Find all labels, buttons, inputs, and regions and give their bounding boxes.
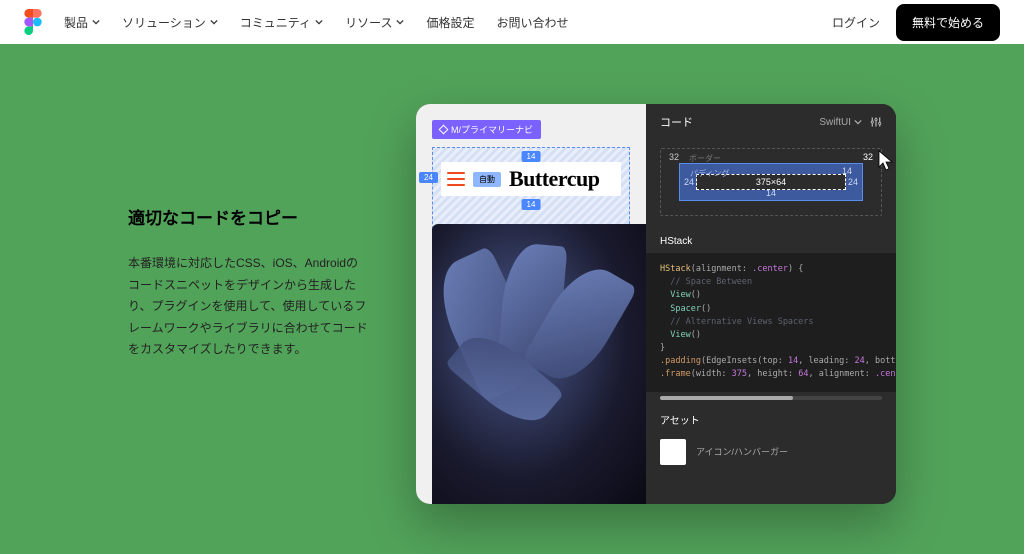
section-body: 本番環境に対応したCSS、iOS、Androidのコードスニペットをデザインから… [128, 253, 368, 361]
spacing-left: 24 [419, 172, 438, 183]
signup-button[interactable]: 無料で始める [896, 4, 1000, 41]
canvas-panel: M/プライマリーナビ 14 24 自動 Buttercup 14 [416, 104, 646, 504]
chevron-down-icon [210, 18, 218, 26]
primary-nav: 製品 ソリューション コミュニティ リソース 価格設定 お問い合わせ [64, 14, 569, 31]
box-model-diagram: 32 ボーダー 32 パディング 14 24 375×64 24 14 [660, 148, 882, 216]
nav-contact[interactable]: お問い合わせ [496, 14, 568, 31]
border-tl: 32 [669, 152, 679, 162]
spacing-top: 14 [522, 151, 541, 162]
horizontal-scrollbar[interactable] [660, 396, 882, 400]
language-select[interactable]: SwiftUI [819, 117, 862, 128]
asset-name: アイコン/ハンバーガー [696, 445, 788, 458]
asset-thumbnail [660, 439, 686, 465]
spacing-bottom: 14 [522, 199, 541, 210]
nav-solutions[interactable]: ソリューション [122, 14, 218, 31]
hero-section: 適切なコードをコピー 本番環境に対応したCSS、iOS、Androidのコードス… [0, 44, 1024, 554]
hero-photo [432, 224, 646, 504]
site-header: 製品 ソリューション コミュニティ リソース 価格設定 お問い合わせ ログイン … [0, 0, 1024, 44]
asset-heading: アセット [646, 400, 896, 433]
chevron-down-icon [854, 118, 862, 126]
chevron-down-icon [315, 18, 323, 26]
inspect-panel: コード SwiftUI 32 ボーダー 32 パディング 14 24 375×6… [646, 104, 896, 504]
component-tag: M/プライマリーナビ [432, 120, 541, 139]
asset-row[interactable]: アイコン/ハンバーガー [646, 433, 896, 471]
pad-top: 14 [842, 166, 852, 176]
section-heading: 適切なコードをコピー [128, 204, 368, 229]
panel-title: コード [660, 114, 819, 130]
nav-bar-element: 自動 Buttercup [441, 162, 621, 196]
chevron-down-icon [396, 18, 404, 26]
nav-pricing[interactable]: 価格設定 [426, 14, 474, 31]
nav-community[interactable]: コミュニティ [240, 14, 323, 31]
copy-block: 適切なコードをコピー 本番環境に対応したCSS、iOS、Androidのコードス… [128, 204, 368, 554]
component-icon [439, 125, 449, 135]
chevron-down-icon [92, 18, 100, 26]
border-tr: 32 [863, 152, 873, 162]
hstack-label: HStack [646, 224, 896, 253]
padding-box: パディング 14 24 375×64 24 14 [679, 163, 863, 201]
cursor-icon [877, 149, 896, 173]
figma-logo-icon[interactable] [24, 9, 42, 35]
product-screenshot: M/プライマリーナビ 14 24 自動 Buttercup 14 コード S [416, 104, 896, 504]
code-snippet[interactable]: HStack(alignment: .center) { // Space Be… [646, 253, 896, 392]
panel-header: コード SwiftUI [646, 104, 896, 140]
login-link[interactable]: ログイン [832, 14, 880, 31]
brand-text: Buttercup [509, 166, 599, 192]
pad-left: 24 [684, 177, 694, 187]
settings-sliders-icon[interactable] [870, 116, 882, 128]
hamburger-icon [447, 172, 465, 186]
nav-resources[interactable]: リソース [345, 14, 404, 31]
padding-label: パディング [690, 168, 729, 179]
pad-bottom: 14 [766, 188, 776, 198]
pad-right: 24 [848, 177, 858, 187]
nav-products[interactable]: 製品 [64, 14, 100, 31]
auto-layout-pill: 自動 [473, 172, 501, 187]
